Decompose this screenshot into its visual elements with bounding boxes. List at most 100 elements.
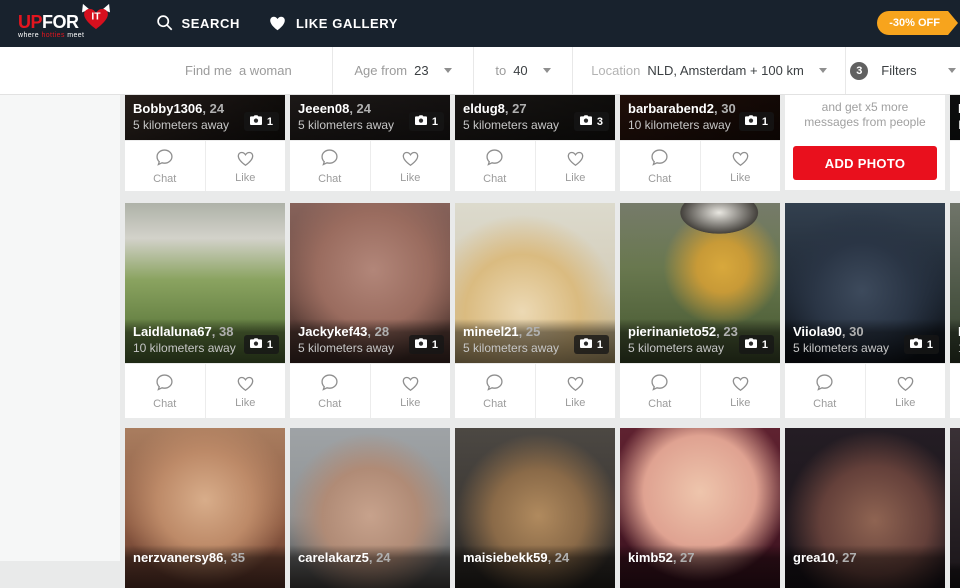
chat-button[interactable]: Chat	[125, 364, 205, 418]
heart-outline-icon	[565, 373, 586, 395]
age-to-value: 40	[513, 63, 527, 78]
add-photo-button[interactable]: ADD PHOTO	[793, 146, 937, 180]
profile-card[interactable]: kimb52, 27	[620, 428, 780, 588]
profile-photo[interactable]: grea10, 27	[785, 428, 945, 588]
age-to-label: to	[495, 63, 506, 78]
logo-for: FOR	[42, 13, 79, 31]
like-button[interactable]: Like	[206, 141, 286, 191]
profile-photo[interactable]: Viiola90, 305 kilometers away1	[785, 203, 945, 363]
chat-button[interactable]: Chat	[455, 141, 535, 191]
photo-count: 1	[267, 339, 273, 351]
like-button[interactable]: Like	[701, 364, 781, 418]
profile-card[interactable]: grea10, 27	[785, 428, 945, 588]
profile-card[interactable]: Jackykef43, 285 kilometers away1ChatLike	[290, 203, 450, 418]
profile-age: , 28	[367, 324, 389, 339]
profile-card[interactable]: carelakarz5, 24	[290, 428, 450, 588]
age-from-value: 23	[414, 63, 428, 78]
chat-bubble-icon	[484, 147, 505, 171]
profile-card[interactable]: Viiola90, 305 kilometers away1ChatLike	[785, 203, 945, 418]
logo[interactable]: UP FOR IT where hotties meet	[18, 9, 112, 39]
profile-card[interactable]: mineel21, 255 kilometers away1 Chat Like	[455, 203, 615, 418]
heart-outline-icon	[565, 148, 586, 170]
card-actions: ChatLike	[620, 140, 780, 191]
age-to-dropdown[interactable]: to 40	[473, 47, 572, 94]
location-dropdown[interactable]: Location NLD, Amsterdam + 100 km	[572, 47, 845, 94]
chat-button[interactable]: Chat	[785, 364, 865, 418]
profile-photo[interactable]: nerzvanersy86, 35	[125, 428, 285, 588]
profile-age: , 24	[202, 101, 224, 116]
profile-card[interactable]: barbarabend2, 3010 kilometers away1ChatL…	[620, 95, 780, 191]
profile-card[interactable]: maisiebekk59, 24	[455, 428, 615, 588]
profile-card[interactable]: pierinanieto52, 235 kilometers away1Chat…	[620, 203, 780, 418]
chat-label: Chat	[483, 398, 506, 410]
profile-card[interactable]: Laidlaluna67, 3810 kilometers away1ChatL…	[125, 203, 285, 418]
profile-name: mineel21	[463, 324, 519, 339]
profile-photo[interactable]: carelakarz5, 24	[290, 428, 450, 588]
profile-card[interactable]: Jeeen08, 245 kilometers away1 Chat Like	[290, 95, 450, 191]
card-actions: ChatLike	[620, 363, 780, 418]
profile-info: kimb52, 27	[620, 545, 780, 588]
profile-photo[interactable]: Laidlaluna67, 3810 kilometers away1	[125, 203, 285, 363]
profile-info	[950, 562, 960, 588]
heart-outline-icon	[235, 148, 256, 170]
profile-card[interactable]: PBChatLike	[950, 95, 960, 191]
profile-card[interactable]: nerzvanersy86, 35	[125, 428, 285, 588]
profile-age: , 30	[714, 101, 736, 116]
filters-dropdown[interactable]: 3 Filters	[845, 47, 960, 94]
profile-photo[interactable]: pierinanieto52, 235 kilometers away1	[620, 203, 780, 363]
like-button[interactable]: Like	[866, 364, 946, 418]
profile-info: maisiebekk59, 24	[455, 545, 615, 588]
heart-outline-icon	[400, 148, 421, 170]
discount-badge[interactable]: -30% OFF	[877, 11, 948, 35]
like-button[interactable]: Like	[536, 141, 616, 191]
chat-button[interactable]: Chat	[620, 141, 700, 191]
photo-count-badge: 1	[739, 112, 774, 131]
age-from-dropdown[interactable]: Age from 23	[332, 47, 473, 94]
like-button[interactable]: Like	[536, 364, 616, 418]
find-me-filter[interactable]: Find me a woman	[185, 47, 332, 94]
profile-photo[interactable]: L1	[950, 203, 960, 363]
profile-photo[interactable]	[950, 428, 960, 588]
card-actions: ChatLike	[455, 140, 615, 191]
like-label: Like	[400, 172, 420, 184]
profile-card[interactable]: Bobby1306, 245 kilometers away1ChatLike	[125, 95, 285, 191]
profile-name: Laidlaluna67	[133, 324, 212, 339]
profile-card[interactable]: L1ChatLike	[950, 203, 960, 418]
chat-button[interactable]: Chat	[620, 364, 700, 418]
nav-search[interactable]: SEARCH	[156, 14, 241, 34]
nav-like-gallery[interactable]: LIKE GALLERY	[268, 14, 398, 34]
profile-photo[interactable]: PB	[950, 95, 960, 140]
profile-photo[interactable]: mineel21, 255 kilometers away1	[455, 203, 615, 363]
photo-count: 1	[267, 116, 273, 128]
profile-photo[interactable]: barbarabend2, 3010 kilometers away1	[620, 95, 780, 140]
like-button[interactable]: Like	[701, 141, 781, 191]
chat-button[interactable]: Chat	[290, 364, 370, 418]
profile-card[interactable]	[950, 428, 960, 588]
chat-button[interactable]: Chat	[455, 364, 535, 418]
like-button[interactable]: Like	[371, 141, 451, 191]
heart-outline-icon	[730, 148, 751, 170]
like-button[interactable]: Like	[206, 364, 286, 418]
profile-name-line: nerzvanersy86, 35	[133, 549, 277, 566]
chat-button[interactable]: Chat	[950, 364, 960, 418]
chat-button[interactable]: Chat	[290, 141, 370, 191]
profile-info: pierinanieto52, 235 kilometers away1	[620, 319, 780, 363]
profile-photo[interactable]: Bobby1306, 245 kilometers away1	[125, 95, 285, 140]
photo-count: 1	[927, 339, 933, 351]
profile-info: mineel21, 255 kilometers away1	[455, 319, 615, 363]
card-actions: ChatLike	[785, 363, 945, 418]
like-button[interactable]: Like	[371, 364, 451, 418]
chat-button[interactable]: Chat	[125, 141, 205, 191]
chat-button[interactable]: Chat	[950, 141, 960, 191]
profile-photo[interactable]: Jackykef43, 285 kilometers away1	[290, 203, 450, 363]
profile-photo[interactable]: maisiebekk59, 24	[455, 428, 615, 588]
chat-label: Chat	[318, 173, 341, 185]
profile-photo[interactable]: kimb52, 27	[620, 428, 780, 588]
left-gutter	[0, 95, 120, 561]
profile-photo[interactable]: Jeeen08, 245 kilometers away1	[290, 95, 450, 140]
profile-photo[interactable]: eldug8, 275 kilometers away3	[455, 95, 615, 140]
profile-card[interactable]: eldug8, 275 kilometers away3ChatLike	[455, 95, 615, 191]
profile-name: carelakarz5	[298, 550, 369, 565]
chat-bubble-icon	[649, 372, 670, 396]
photo-count-badge: 3	[574, 112, 609, 131]
